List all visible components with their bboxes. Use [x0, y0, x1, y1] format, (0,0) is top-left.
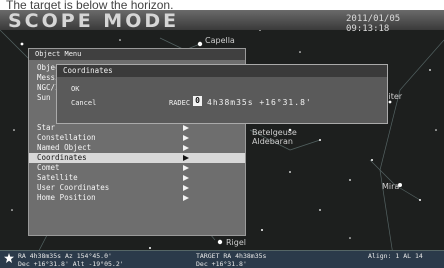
submenu-arrow-icon [183, 125, 189, 131]
star-label-mira: Mira [382, 182, 400, 191]
header-bar: SCOPE MODE 2011/01/05 09:13:18 [0, 10, 444, 34]
menu-item-coordinates[interactable]: Coordinates [29, 153, 245, 163]
menu-item-label: Sun [37, 93, 51, 102]
cancel-button[interactable]: Cancel [71, 99, 96, 107]
object-menu-title: Object Menu [29, 49, 245, 60]
menu-item-star[interactable]: Star [29, 123, 245, 133]
alignment-status: Align: 1 AL 14 [368, 252, 423, 260]
submenu-arrow-icon [183, 155, 189, 161]
menu-item-label: Constellation [37, 133, 96, 142]
menu-item-label: Coordinates [37, 153, 87, 162]
current-ra-az: RA 4h38m35s Az 154°45.0' [18, 252, 112, 260]
submenu-arrow-icon [183, 175, 189, 181]
target-dec: Dec +16°31.8' [196, 260, 247, 268]
menu-item-label: Satellite [37, 173, 78, 182]
coordinate-format-selector[interactable]: RADEC [169, 99, 190, 107]
menu-item-named-object[interactable]: Named Object [29, 143, 245, 153]
star-label-capella: Capella [205, 36, 235, 45]
star-label-aldebaran: Aldebaran [252, 137, 293, 146]
menu-item-label: User Coordinates [37, 183, 110, 192]
submenu-arrow-icon [183, 135, 189, 141]
coordinate-value-field[interactable]: 4h38m35s +16°31.8' [207, 98, 312, 107]
target-ra: TARGET RA 4h38m35s [196, 252, 267, 260]
ok-button[interactable]: OK [71, 85, 79, 93]
menu-item-user-coordinates[interactable]: User Coordinates [29, 183, 245, 193]
menu-item-comet[interactable]: Comet [29, 163, 245, 173]
star-icon [4, 253, 14, 263]
scope-screen: SCOPE MODE 2011/01/05 09:13:18 Capella J… [0, 10, 444, 268]
menu-item-constellation[interactable]: Constellation [29, 133, 245, 143]
menu-item-home-position[interactable]: Home Position [29, 193, 245, 203]
date-time: 2011/01/05 09:13:18 [346, 14, 401, 34]
submenu-arrow-icon [183, 145, 189, 151]
mode-title: SCOPE MODE [8, 10, 180, 32]
star-label-betelgeuse: Betelgeuse [252, 128, 297, 137]
coordinates-dialog: Coordinates OK Cancel RADEC 0 4h38m35s +… [56, 64, 388, 124]
menu-item-label: Named Object [37, 143, 92, 152]
star-label-rigel: Rigel [226, 238, 247, 247]
coordinate-cursor-digit[interactable]: 0 [193, 96, 202, 106]
menu-item-satellite[interactable]: Satellite [29, 173, 245, 183]
current-dec-alt: Dec +16°31.8' Alt -19°05.2' [18, 260, 124, 268]
menu-item-label: Star [37, 123, 56, 132]
menu-item-label: Comet [37, 163, 60, 172]
coordinates-dialog-title: Coordinates [57, 65, 387, 77]
status-bar: RA 4h38m35s Az 154°45.0' Dec +16°31.8' A… [0, 250, 444, 268]
menu-item-label: Home Position [37, 193, 96, 202]
submenu-arrow-icon [183, 195, 189, 201]
submenu-arrow-icon [183, 165, 189, 171]
submenu-arrow-icon [183, 185, 189, 191]
